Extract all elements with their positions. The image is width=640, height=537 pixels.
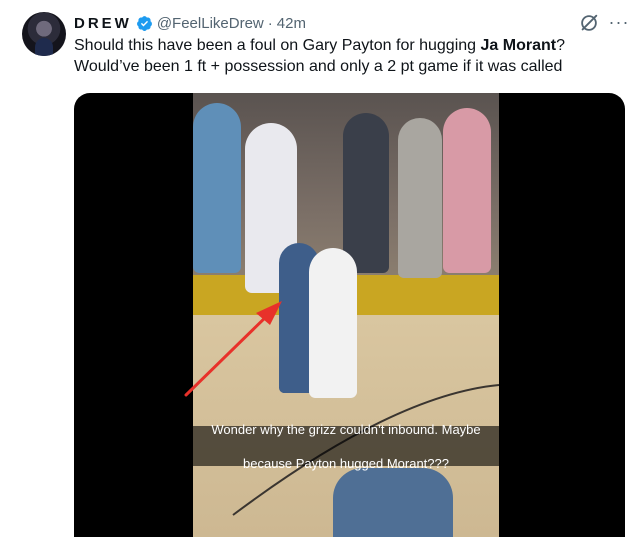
caption-line1: Wonder why the grizz couldn’t inbound. M… — [211, 421, 481, 437]
timestamp[interactable]: 42m — [277, 15, 306, 32]
video-media[interactable]: Wonder why the grizz couldn’t inbound. M… — [74, 93, 625, 537]
spectator-pink-shirt — [443, 108, 491, 273]
tweet-header: DREW @FeelLikeDrew · 42m — [74, 13, 306, 33]
tweet-text-line1-suffix: ? — [556, 37, 565, 54]
separator-dot: · — [267, 14, 273, 32]
players-lower-frame — [333, 468, 453, 537]
tweet-text-line1-prefix: Should this have been a foul on Gary Pay… — [74, 37, 481, 54]
caption-line2: because Payton hugged Morant??? — [243, 455, 449, 471]
user-handle[interactable]: @FeelLikeDrew — [157, 15, 264, 32]
tweet-text: Should this have been a foul on Gary Pay… — [74, 35, 630, 77]
tweet-text-line2: Would’ve been 1 ft + possession and only… — [74, 58, 563, 75]
more-options-icon[interactable]: ··· — [608, 12, 630, 34]
verified-badge-icon[interactable] — [136, 15, 153, 32]
display-name[interactable]: DREW — [74, 15, 132, 32]
video-caption: Wonder why the grizz couldn’t inbound. M… — [193, 422, 499, 471]
grok-icon[interactable] — [578, 12, 600, 34]
video-frame[interactable]: Wonder why the grizz couldn’t inbound. M… — [193, 93, 499, 537]
mention-ja-morant: Ja Morant — [480, 37, 557, 54]
player-gary-payton — [309, 248, 357, 398]
player-grizzlies-left — [193, 103, 241, 273]
spectator — [398, 118, 442, 278]
avatar[interactable] — [22, 12, 66, 56]
avatar-figure — [35, 38, 53, 56]
spectator — [343, 113, 389, 273]
